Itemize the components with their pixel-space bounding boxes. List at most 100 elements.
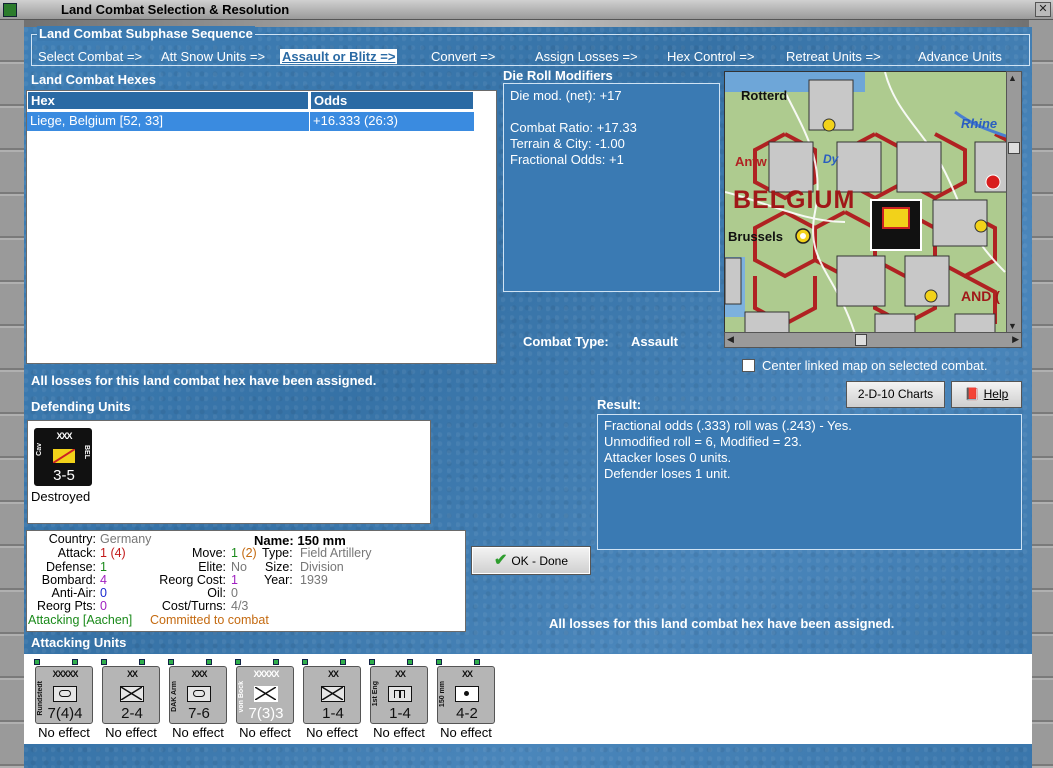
attacker-counter[interactable]: XX 2-4	[102, 666, 160, 724]
counter-strength: 1-4	[389, 705, 411, 722]
seq-assault-blitz[interactable]: Assault or Blitz =>	[280, 49, 398, 64]
help-button-label: Help	[983, 387, 1009, 401]
seq-retreat[interactable]: Retreat Units =>	[786, 49, 881, 64]
committed-status: Committed to combat	[150, 613, 269, 627]
seq-convert[interactable]: Convert =>	[431, 49, 495, 64]
status-led-icon	[34, 659, 40, 665]
seq-select-combat[interactable]: Select Combat =>	[38, 49, 142, 64]
table-row-hex[interactable]: Liege, Belgium [52, 33]	[27, 112, 309, 131]
modifiers-lines: Die mod. (net): +17 Combat Ratio: +17.33…	[510, 88, 637, 168]
counter-strength: 3-5	[53, 467, 75, 484]
seq-advance[interactable]: Advance Units	[918, 49, 1002, 64]
attacker-counter[interactable]: XX 150 mm 4-2	[437, 666, 495, 724]
map-vscroll-thumb[interactable]	[1008, 142, 1020, 154]
attacker-counter[interactable]: XX 1st Eng 1-4	[370, 666, 428, 724]
status-led-icon	[302, 659, 308, 665]
hexes-list[interactable]	[26, 90, 497, 364]
antiair-value: 0	[100, 586, 107, 600]
artillery-dot	[464, 691, 469, 696]
ok-button-label: OK - Done	[511, 554, 569, 568]
attacker-counter[interactable]: XXXXX Rundstedt 7(4)4	[35, 666, 93, 724]
unit-effect: No effect	[239, 725, 291, 740]
bombard-label: Bombard:	[41, 573, 96, 587]
attacker-counter[interactable]: XXXXX von Bock 7(3)3	[236, 666, 294, 724]
sequence-title: Land Combat Subphase Sequence	[37, 26, 255, 41]
counter-strength: 7(3)3	[248, 705, 284, 722]
losses-message-bottom: All losses for this land combat hex have…	[549, 616, 895, 631]
status-led-icon	[139, 659, 145, 665]
attacker-counter[interactable]: XX 1-4	[303, 666, 361, 724]
checkmark-icon: ✔	[493, 552, 508, 569]
counter-size: XXXXX	[52, 669, 78, 679]
mod-line: Combat Ratio: +17.33	[510, 120, 637, 135]
mini-map[interactable]: Rotterd Antw BELGIUM Brussels Rhine AND …	[724, 71, 1022, 333]
counter-strength: 1-4	[322, 705, 344, 722]
defender-counter-cav[interactable]: XXX Cav BEL 3-5	[34, 428, 92, 486]
type-value: Field Artillery	[300, 546, 372, 560]
window-title: Land Combat Selection & Resolution	[61, 2, 290, 17]
unit-effect: No effect	[306, 725, 358, 740]
unit-effect: No effect	[440, 725, 492, 740]
counter-size: XX	[327, 669, 339, 679]
frame-left	[0, 20, 24, 768]
ok-done-button[interactable]: ✔ OK - Done	[471, 546, 591, 575]
map-label-rhine: Rhine	[961, 116, 998, 131]
seq-hex-control[interactable]: Hex Control =>	[667, 49, 754, 64]
status-led-icon	[168, 659, 174, 665]
armor-oval	[193, 690, 205, 697]
map-horizontal-scrollbar[interactable]: ◀ ▶	[724, 332, 1022, 348]
result-line: Defender loses 1 unit.	[604, 466, 731, 481]
status-led-icon	[235, 659, 241, 665]
artillery-symbol-icon	[455, 686, 479, 702]
counter-strength: 7-6	[188, 705, 210, 722]
center-map-checkbox[interactable]	[742, 359, 755, 372]
map-vertical-scrollbar[interactable]: ▲ ▼	[1006, 71, 1022, 333]
attack-value: 1 (4)	[100, 546, 126, 560]
app-icon	[3, 3, 17, 17]
country-label: Country:	[48, 532, 96, 546]
infantry-symbol-icon	[254, 686, 278, 702]
move-number: 1	[231, 546, 238, 560]
scroll-up-icon[interactable]: ▲	[1008, 73, 1017, 83]
counter-strength: 4-2	[456, 705, 478, 722]
size-label: Size:	[265, 560, 293, 574]
table-row-odds[interactable]: +16.333 (26:3)	[310, 112, 474, 131]
attacker-counter[interactable]: XXX DAK Arm 7-6	[169, 666, 227, 724]
counter-size: XXXXX	[253, 669, 279, 679]
oil-label: Oil:	[207, 586, 226, 600]
map-label-belgium: BELGIUM	[733, 186, 856, 214]
result-line: Attacker loses 0 units.	[604, 450, 732, 465]
status-led-icon	[407, 659, 413, 665]
armor-symbol-icon	[187, 686, 211, 702]
map-label-rotterdam: Rotterd	[741, 88, 788, 103]
close-button[interactable]: ✕	[1035, 2, 1051, 17]
unit-effect: No effect	[105, 725, 157, 740]
reorgpts-label: Reorg Pts:	[36, 599, 96, 613]
map-hscroll-thumb[interactable]	[855, 334, 867, 346]
cavalry-symbol-icon	[52, 448, 76, 464]
col-odds[interactable]: Odds	[310, 91, 474, 110]
status-led-icon	[206, 659, 212, 665]
help-button[interactable]: 📕 Help	[951, 381, 1022, 408]
charts-button[interactable]: 2-D-10 Charts	[846, 381, 945, 408]
elite-value: No	[231, 560, 247, 574]
oil-value: 0	[231, 586, 238, 600]
unit-effect: No effect	[38, 725, 90, 740]
scroll-right-icon[interactable]: ▶	[1012, 334, 1019, 345]
center-map-label: Center linked map on selected combat.	[762, 358, 988, 373]
scroll-down-icon[interactable]: ▼	[1008, 321, 1017, 331]
mod-line	[510, 104, 637, 120]
reorgcost-label: Reorg Cost:	[159, 573, 226, 587]
attack-label: Attack:	[57, 546, 96, 560]
attacking-title: Attacking Units	[31, 635, 127, 650]
scroll-left-icon[interactable]: ◀	[727, 334, 734, 345]
attack-number: 1	[100, 546, 107, 560]
mod-line: Fractional Odds: +1	[510, 152, 624, 167]
col-hex[interactable]: Hex	[27, 91, 309, 110]
seq-att-snow[interactable]: Att Snow Units =>	[161, 49, 265, 64]
engineer-symbol-icon	[388, 686, 412, 702]
combat-type-value: Assault	[631, 334, 678, 349]
map-label-dyle: Dy	[823, 152, 839, 166]
seq-assign-losses[interactable]: Assign Losses =>	[535, 49, 638, 64]
result-line: Unmodified roll = 6, Modified = 23.	[604, 434, 802, 449]
